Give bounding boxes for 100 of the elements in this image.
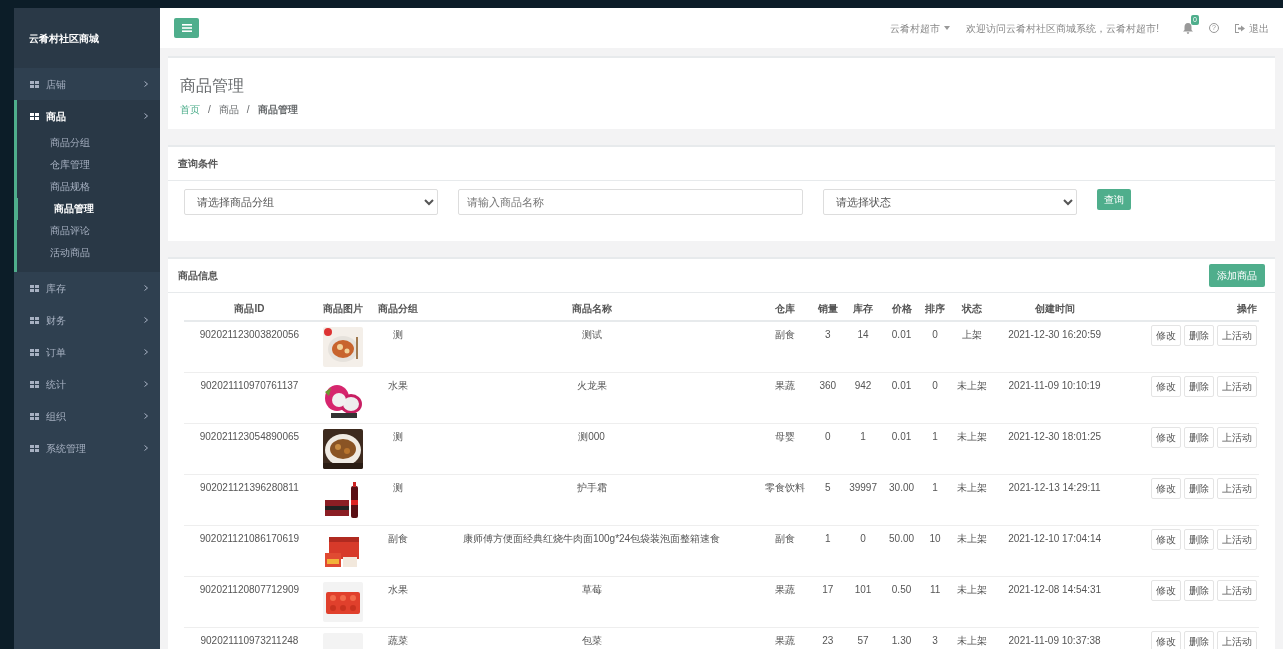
sidebar-item[interactable]: 店铺 [14, 68, 160, 100]
table-cell: 902021123054890065 [184, 423, 315, 475]
delete-button[interactable]: 删除 [1184, 580, 1214, 601]
table-cell: 副食 [756, 321, 813, 373]
grid-icon [30, 412, 39, 420]
edit-button[interactable]: 修改 [1151, 478, 1181, 499]
table-cell: 0.01 [883, 372, 920, 424]
table-cell: 0 [919, 372, 951, 424]
brand-title: 云肴村社区商城 [29, 31, 99, 46]
table-cell: 30.00 [883, 474, 920, 526]
breadcrumb-current: 商品管理 [257, 104, 298, 115]
delete-button[interactable]: 删除 [1184, 631, 1214, 649]
column-header: 状态 [950, 293, 994, 321]
promote-button[interactable]: 上活动 [1217, 529, 1257, 550]
table-cell: 1 [812, 525, 843, 577]
sidebar-item[interactable]: 订单 [14, 336, 160, 368]
table-cell: 2021-11-09 10:10:19 [993, 372, 1116, 424]
chevron-icon [144, 317, 148, 323]
delete-button[interactable]: 删除 [1184, 529, 1214, 550]
group-select[interactable]: 请选择商品分组 [184, 189, 438, 215]
promote-button[interactable]: 上活动 [1217, 631, 1257, 649]
sidebar-item[interactable]: 统计 [14, 368, 160, 400]
table-cell: 未上架 [950, 474, 994, 526]
user-dropdown[interactable]: 云肴村超市 [890, 20, 951, 36]
table-cell: 942 [842, 372, 884, 424]
table-cell: 未上架 [950, 372, 994, 424]
table-cell: 测 [370, 474, 427, 526]
delete-button[interactable]: 删除 [1184, 427, 1214, 448]
promote-button[interactable]: 上活动 [1217, 427, 1257, 448]
submenu-item[interactable]: 商品规格 [17, 176, 160, 198]
caret-icon [944, 26, 951, 30]
grid-icon [30, 444, 39, 452]
table-cell: 57 [842, 627, 884, 649]
name-input[interactable]: 请输入商品名称 [458, 189, 803, 215]
table-cell: 360 [812, 372, 843, 424]
table-cell: 蔬菜 [370, 627, 427, 649]
menu-button[interactable] [174, 18, 199, 38]
submenu-item[interactable]: 仓库管理 [17, 154, 160, 176]
table-cell: 11 [919, 576, 951, 628]
edit-button[interactable]: 修改 [1151, 631, 1181, 649]
table-cell: 0.50 [883, 576, 920, 628]
page-title: 商品管理 [180, 76, 245, 96]
column-header: 排序 [919, 293, 951, 321]
table-cell: 未上架 [950, 525, 994, 577]
table-cell: 护手霜 [426, 474, 757, 526]
table-cell: 未上架 [950, 576, 994, 628]
edit-button[interactable]: 修改 [1151, 376, 1181, 397]
chevron-icon [144, 445, 148, 451]
table-cell: 测 [370, 321, 427, 373]
edit-button[interactable]: 修改 [1151, 427, 1181, 448]
column-header: 商品图片 [314, 293, 371, 321]
submenu-item[interactable]: 商品分组 [17, 132, 160, 154]
edit-button[interactable]: 修改 [1151, 325, 1181, 346]
delete-button[interactable]: 删除 [1184, 325, 1214, 346]
table-cell: 水果 [370, 576, 427, 628]
status-select[interactable]: 请选择状态 [823, 189, 1077, 215]
sidebar-item[interactable]: 商品 [17, 100, 160, 132]
table-cell: 康师傅方便面经典红烧牛肉面100g*24包袋装泡面整箱速食 [426, 525, 757, 577]
table-cell: 14 [842, 321, 884, 373]
welcome-text: 欢迎访问云肴村社区商城系统，云肴村超市! [966, 21, 1159, 36]
grid-icon [30, 80, 39, 88]
edit-button[interactable]: 修改 [1151, 529, 1181, 550]
panel-title: 查询条件 [178, 157, 218, 171]
submenu-item[interactable]: 活动商品 [17, 242, 160, 264]
chevron-icon [144, 413, 148, 419]
table-cell: 水果 [370, 372, 427, 424]
table-cell: 902021120807712909 [184, 576, 315, 628]
delete-button[interactable]: 删除 [1184, 376, 1214, 397]
logout-link[interactable]: 退出 [1235, 20, 1269, 36]
promote-button[interactable]: 上活动 [1217, 478, 1257, 499]
table-cell: 火龙果 [426, 372, 757, 424]
column-header: 商品分组 [370, 293, 427, 321]
column-header: 仓库 [756, 293, 813, 321]
sidebar-item[interactable]: 库存 [14, 272, 160, 304]
submenu-item[interactable]: 商品评论 [17, 220, 160, 242]
chevron-icon [144, 349, 148, 355]
table-cell: 果蔬 [756, 372, 813, 424]
delete-button[interactable]: 删除 [1184, 478, 1214, 499]
edit-button[interactable]: 修改 [1151, 580, 1181, 601]
table-cell: 2021-12-30 18:01:25 [993, 423, 1116, 475]
breadcrumb-separator: / [246, 104, 250, 115]
table-cell: 1 [919, 423, 951, 475]
table-cell: 包菜 [426, 627, 757, 649]
table-cell: 2021-12-13 14:29:11 [993, 474, 1116, 526]
promote-button[interactable]: 上活动 [1217, 376, 1257, 397]
promote-button[interactable]: 上活动 [1217, 325, 1257, 346]
bell-icon[interactable] [1183, 22, 1193, 34]
table-cell: 902021121086170619 [184, 525, 315, 577]
sidebar-item[interactable]: 系统管理 [14, 432, 160, 464]
promote-button[interactable]: 上活动 [1217, 580, 1257, 601]
table-cell: 1 [842, 423, 884, 475]
grid-icon [30, 284, 39, 292]
grid-icon [30, 112, 39, 120]
column-header: 价格 [883, 293, 920, 321]
sidebar-item[interactable]: 组织 [14, 400, 160, 432]
table-cell: 0 [919, 321, 951, 373]
table-cell: 17 [812, 576, 843, 628]
sidebar-item[interactable]: 财务 [14, 304, 160, 336]
table-cell: 902021121396280811 [184, 474, 315, 526]
breadcrumb-link[interactable]: 商品 [218, 104, 239, 115]
